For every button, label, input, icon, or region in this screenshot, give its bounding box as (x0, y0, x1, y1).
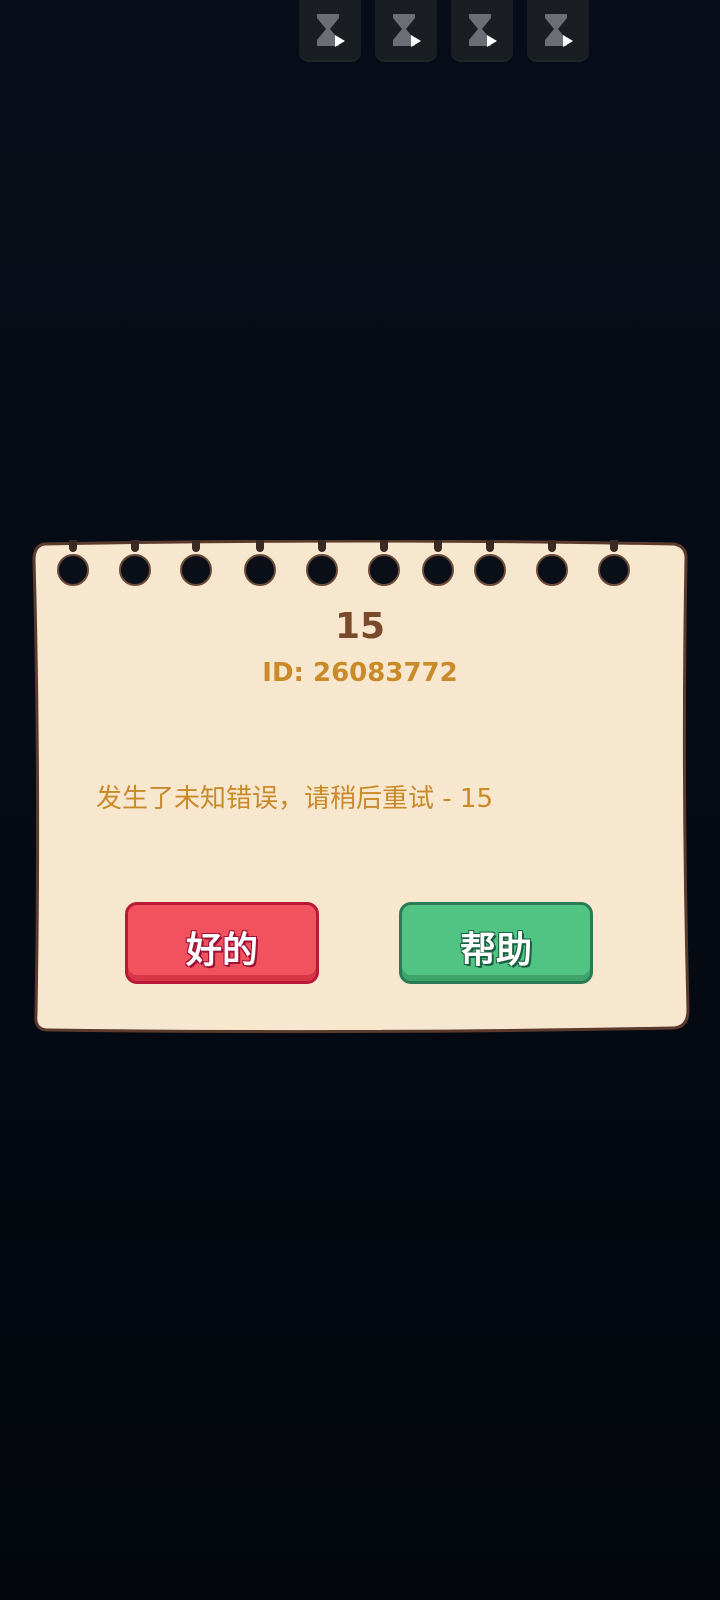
hourglass-play-icon (317, 14, 345, 47)
error-dialog: 15 ID: 26083772 发生了未知错误，请稍后重试 - 15 好的 帮助 (30, 540, 690, 1060)
player-id-label: ID: 26083772 (262, 658, 458, 688)
ok-button[interactable]: 好的 (125, 902, 319, 984)
error-message: 发生了未知错误，请稍后重试 - 15 (96, 784, 493, 814)
help-button[interactable]: 帮助 (399, 902, 593, 984)
hourglass-slot-1[interactable] (299, 0, 361, 62)
hourglass-play-icon (393, 14, 421, 47)
top-slot-bar (299, 0, 591, 62)
hourglass-slot-4[interactable] (527, 0, 589, 62)
error-code-title: 15 (334, 606, 386, 647)
hourglass-slot-3[interactable] (451, 0, 513, 62)
ok-button-label: 好的 (185, 930, 258, 971)
hourglass-play-icon (545, 14, 573, 47)
hourglass-play-icon (469, 14, 497, 47)
help-button-label: 帮助 (459, 930, 532, 971)
hourglass-slot-2[interactable] (375, 0, 437, 62)
